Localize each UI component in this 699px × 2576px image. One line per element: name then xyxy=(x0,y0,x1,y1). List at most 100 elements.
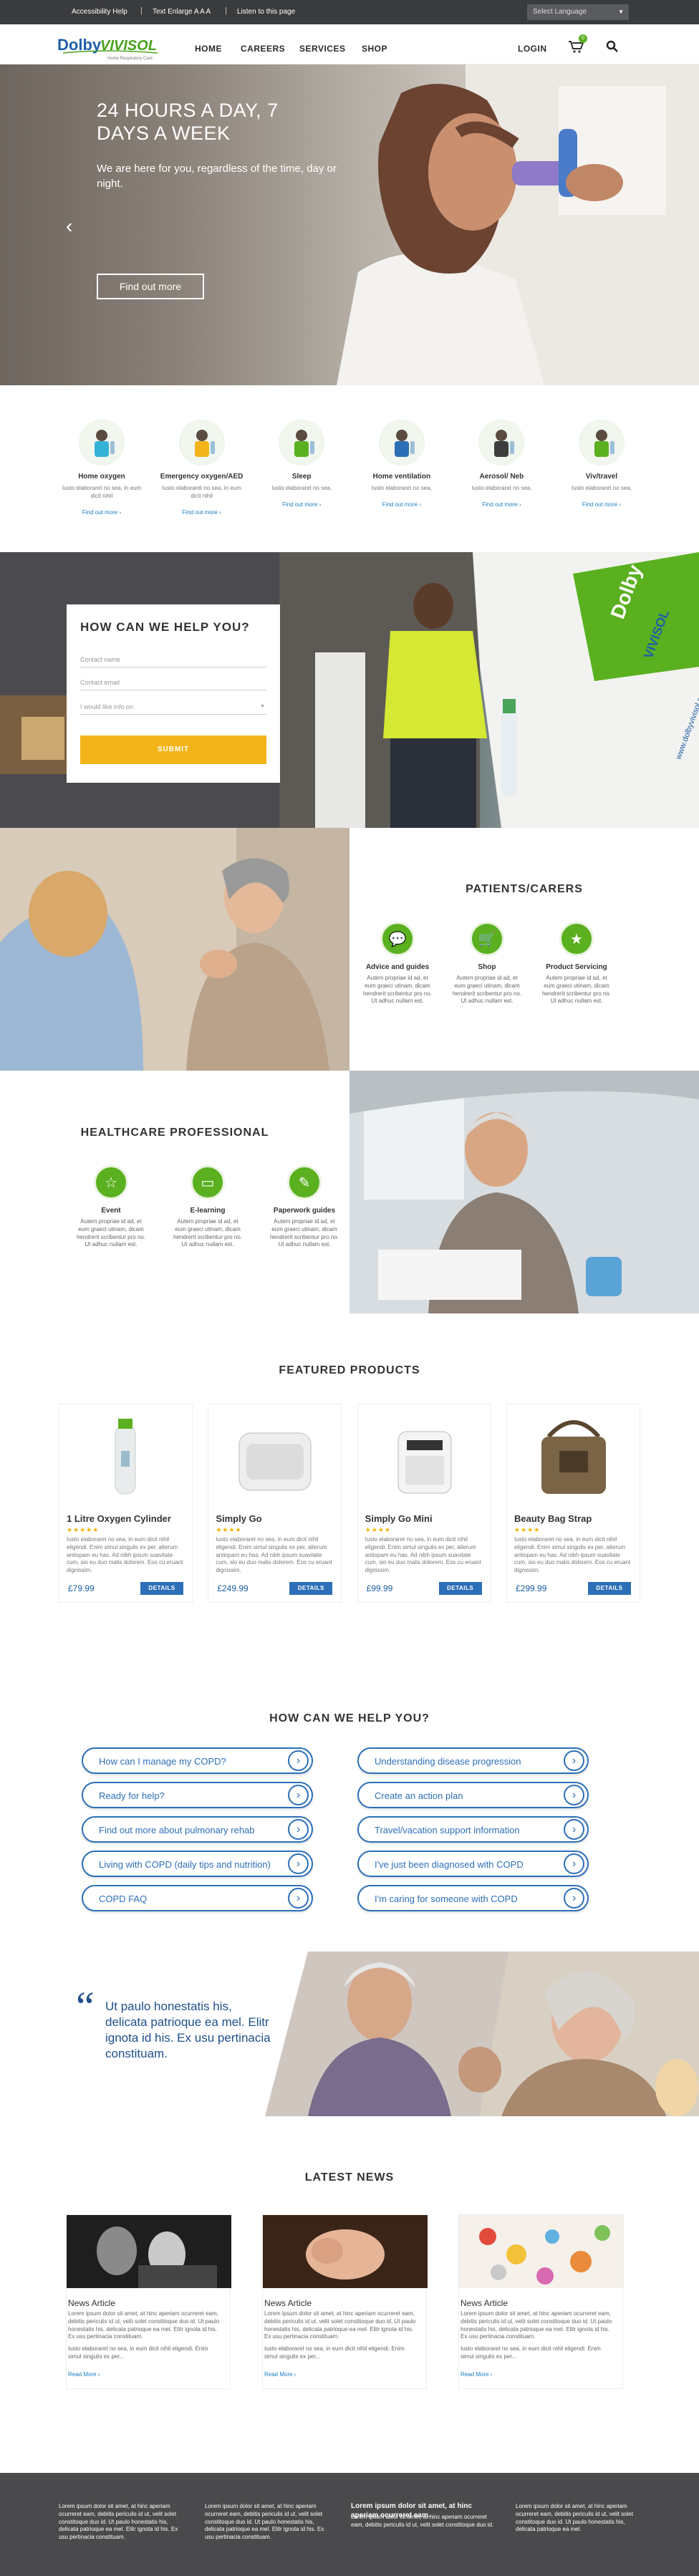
product-name[interactable]: Beauty Bag Strap xyxy=(514,1513,592,1524)
faq-item-label: Living with COPD (daily tips and nutriti… xyxy=(99,1859,271,1870)
accessibility-help-link[interactable]: Accessibility Help xyxy=(72,8,127,16)
service-find-out-more-link[interactable]: Find out more › xyxy=(458,501,545,508)
chevron-right-icon: › xyxy=(564,1785,584,1805)
faq-item[interactable]: Ready for help? › xyxy=(82,1782,313,1808)
services-row: Home oxygen Iusto elaboraret no sea, in e… xyxy=(58,420,645,527)
product-price: £249.99 xyxy=(217,1583,249,1593)
faq-item[interactable]: I've just been diagnosed with COPD › xyxy=(357,1851,589,1877)
product-name[interactable]: Simply Go Mini xyxy=(365,1513,433,1524)
product-name[interactable]: Simply Go xyxy=(216,1513,261,1524)
product-description: Iusto elaboraret no sea, in eum dicit ni… xyxy=(216,1536,332,1574)
hero-find-out-more-button[interactable]: Find out more xyxy=(97,274,204,299)
service-find-out-more-link[interactable]: Find out more › xyxy=(358,501,445,508)
rating-stars-icon: ★★★★★ xyxy=(67,1526,100,1533)
product-image[interactable] xyxy=(214,1412,336,1501)
patients-feature[interactable]: 💬 Advice and guides Autem propriae id ad, … xyxy=(362,922,433,1005)
footer-col-4: Lorem ipsum dolor sit amet, at hinc aper… xyxy=(516,2503,634,2533)
nav-careers[interactable]: CAREERS xyxy=(241,44,285,54)
news-card[interactable]: News Article Lorem ipsum dolor sit amet, … xyxy=(66,2214,231,2389)
nav-home[interactable]: HOME xyxy=(195,44,222,54)
language-select[interactable]: Select Language ▼ xyxy=(527,4,629,20)
products-title: FEATURED PRODUCTS xyxy=(279,1364,420,1376)
faq-item[interactable]: Living with COPD (daily tips and nutriti… xyxy=(82,1851,313,1877)
footer-col-3: Lorem ipsum dolor sit amet, at hinc aper… xyxy=(351,2514,494,2528)
faq-item-label: How can I manage my COPD? xyxy=(99,1756,226,1767)
listen-link[interactable]: Listen to this page xyxy=(237,8,295,16)
news-image[interactable] xyxy=(263,2215,428,2288)
feature-title: Paperwork guides xyxy=(273,1207,336,1215)
product-card[interactable]: 1 Litre Oxygen Cylinder ★★★★★ Iusto elabor… xyxy=(59,1404,193,1603)
product-card[interactable]: Beauty Bag Strap ★★★★ Iusto elaboraret no … xyxy=(506,1404,640,1603)
service-find-out-more-link[interactable]: Find out more › xyxy=(158,509,246,516)
feature-title: Shop xyxy=(478,963,496,971)
product-name[interactable]: 1 Litre Oxygen Cylinder xyxy=(67,1513,171,1524)
search-icon[interactable] xyxy=(606,40,619,53)
carousel-prev-arrow[interactable]: ‹ xyxy=(66,215,72,238)
product-image[interactable] xyxy=(364,1412,486,1501)
hero-subtitle: We are here for you, regardless of the t… xyxy=(97,163,337,190)
read-more-link[interactable]: Read More › xyxy=(264,2371,296,2378)
product-details-button[interactable]: DETAILS xyxy=(289,1582,333,1595)
product-image[interactable] xyxy=(513,1412,635,1501)
service-card[interactable]: Home oxygen Iusto elaboraret no sea, in e… xyxy=(58,420,145,527)
news-image[interactable] xyxy=(67,2215,231,2288)
patients-feature[interactable]: 🛒 Shop Autem propriae id ad, et eum graeci… xyxy=(451,922,523,1005)
text-enlarge-link[interactable]: Text Enlarge A A A xyxy=(153,8,211,16)
faq-item-label: I'm caring for someone with COPD xyxy=(375,1894,518,1904)
product-details-button[interactable]: DETAILS xyxy=(438,1582,482,1595)
language-select-value: Select Language xyxy=(533,8,587,16)
faq-item[interactable]: COPD FAQ › xyxy=(82,1885,313,1911)
faq-item[interactable]: Understanding disease progression › xyxy=(357,1747,589,1774)
healthcare-feature[interactable]: ▭ E-learning Autem propriae id ad, et eum … xyxy=(172,1165,244,1249)
info-select[interactable]: I would like info on ▼ xyxy=(80,699,266,715)
faq-item[interactable]: I'm caring for someone with COPD › xyxy=(357,1885,589,1911)
service-card[interactable]: Sleep Iusto elaboraret no sea, Find out mo… xyxy=(258,420,345,527)
service-card[interactable]: Viv/travel Iusto elaboraret no sea, Find o… xyxy=(558,420,645,527)
news-article-title[interactable]: News Article xyxy=(68,2298,115,2308)
news-card[interactable]: News Article Lorem ipsum dolor sit amet, … xyxy=(458,2214,624,2389)
contact-email-field[interactable]: Contact email xyxy=(80,675,266,690)
chat-icon: 💬 xyxy=(380,922,415,956)
feature-title: Event xyxy=(101,1207,121,1215)
patients-feature[interactable]: ★ Product Servicing Autem propriae id ad, … xyxy=(541,922,612,1005)
product-details-button[interactable]: DETAILS xyxy=(140,1582,183,1595)
faq-item[interactable]: Create an action plan › xyxy=(357,1782,589,1808)
faq-item[interactable]: How can I manage my COPD? › xyxy=(82,1747,313,1774)
healthcare-feature[interactable]: ☆ Event Autem propriae id ad, et eum graec… xyxy=(75,1165,147,1249)
monitor-icon: ▭ xyxy=(191,1165,225,1200)
feature-title: Advice and guides xyxy=(365,963,430,971)
nav-shop[interactable]: SHOP xyxy=(362,44,387,54)
service-illustration-icon xyxy=(79,420,125,465)
logo[interactable]: Dolby VIVISOL Home Respiratory Care xyxy=(57,33,165,62)
service-find-out-more-link[interactable]: Find out more › xyxy=(58,509,145,516)
product-card[interactable]: Simply Go ★★★★ Iusto elaboraret no sea, in… xyxy=(208,1404,342,1603)
contact-name-field[interactable]: Contact name xyxy=(80,652,266,667)
service-text: Iusto elaboraret no sea, in eum dicit ni… xyxy=(162,485,241,499)
news-card[interactable]: News Article Lorem ipsum dolor sit amet, … xyxy=(262,2214,428,2389)
submit-button[interactable]: SUBMIT xyxy=(80,735,266,764)
product-card[interactable]: Simply Go Mini ★★★★ Iusto elaboraret no se… xyxy=(357,1404,491,1603)
divider: | xyxy=(225,6,227,15)
news-article-title[interactable]: News Article xyxy=(461,2298,508,2308)
service-card[interactable]: Home ventilation Iusto elaboraret no sea,… xyxy=(358,420,445,527)
read-more-link[interactable]: Read More › xyxy=(461,2371,492,2378)
healthcare-feature[interactable]: ✎ Paperwork guides Autem propriae id ad, e… xyxy=(269,1165,340,1249)
read-more-link[interactable]: Read More › xyxy=(68,2371,100,2378)
service-card[interactable]: Emergency oxygen/AED Iusto elaboraret no … xyxy=(158,420,246,527)
chevron-right-icon: › xyxy=(288,1853,309,1874)
faq-item[interactable]: Find out more about pulmonary rehab › xyxy=(82,1816,313,1843)
product-image[interactable] xyxy=(65,1412,187,1501)
rating-stars-icon: ★★★★ xyxy=(365,1526,391,1533)
footer-col-2: Lorem ipsum dolor sit amet, at hinc aper… xyxy=(205,2503,324,2541)
service-find-out-more-link[interactable]: Find out more › xyxy=(258,501,345,508)
service-card[interactable]: Aerosol/ Neb Iusto elaboraret no sea, Find… xyxy=(458,420,545,527)
help-form-title: HOW CAN WE HELP YOU? xyxy=(80,620,250,634)
nav-login[interactable]: LOGIN xyxy=(518,44,547,54)
feature-title: Product Servicing xyxy=(546,963,607,971)
faq-item[interactable]: Travel/vacation support information › xyxy=(357,1816,589,1843)
service-find-out-more-link[interactable]: Find out more › xyxy=(558,501,645,508)
nav-services[interactable]: SERVICES xyxy=(299,44,345,54)
news-article-title[interactable]: News Article xyxy=(264,2298,312,2308)
news-image[interactable] xyxy=(459,2215,624,2288)
product-details-button[interactable]: DETAILS xyxy=(587,1582,631,1595)
